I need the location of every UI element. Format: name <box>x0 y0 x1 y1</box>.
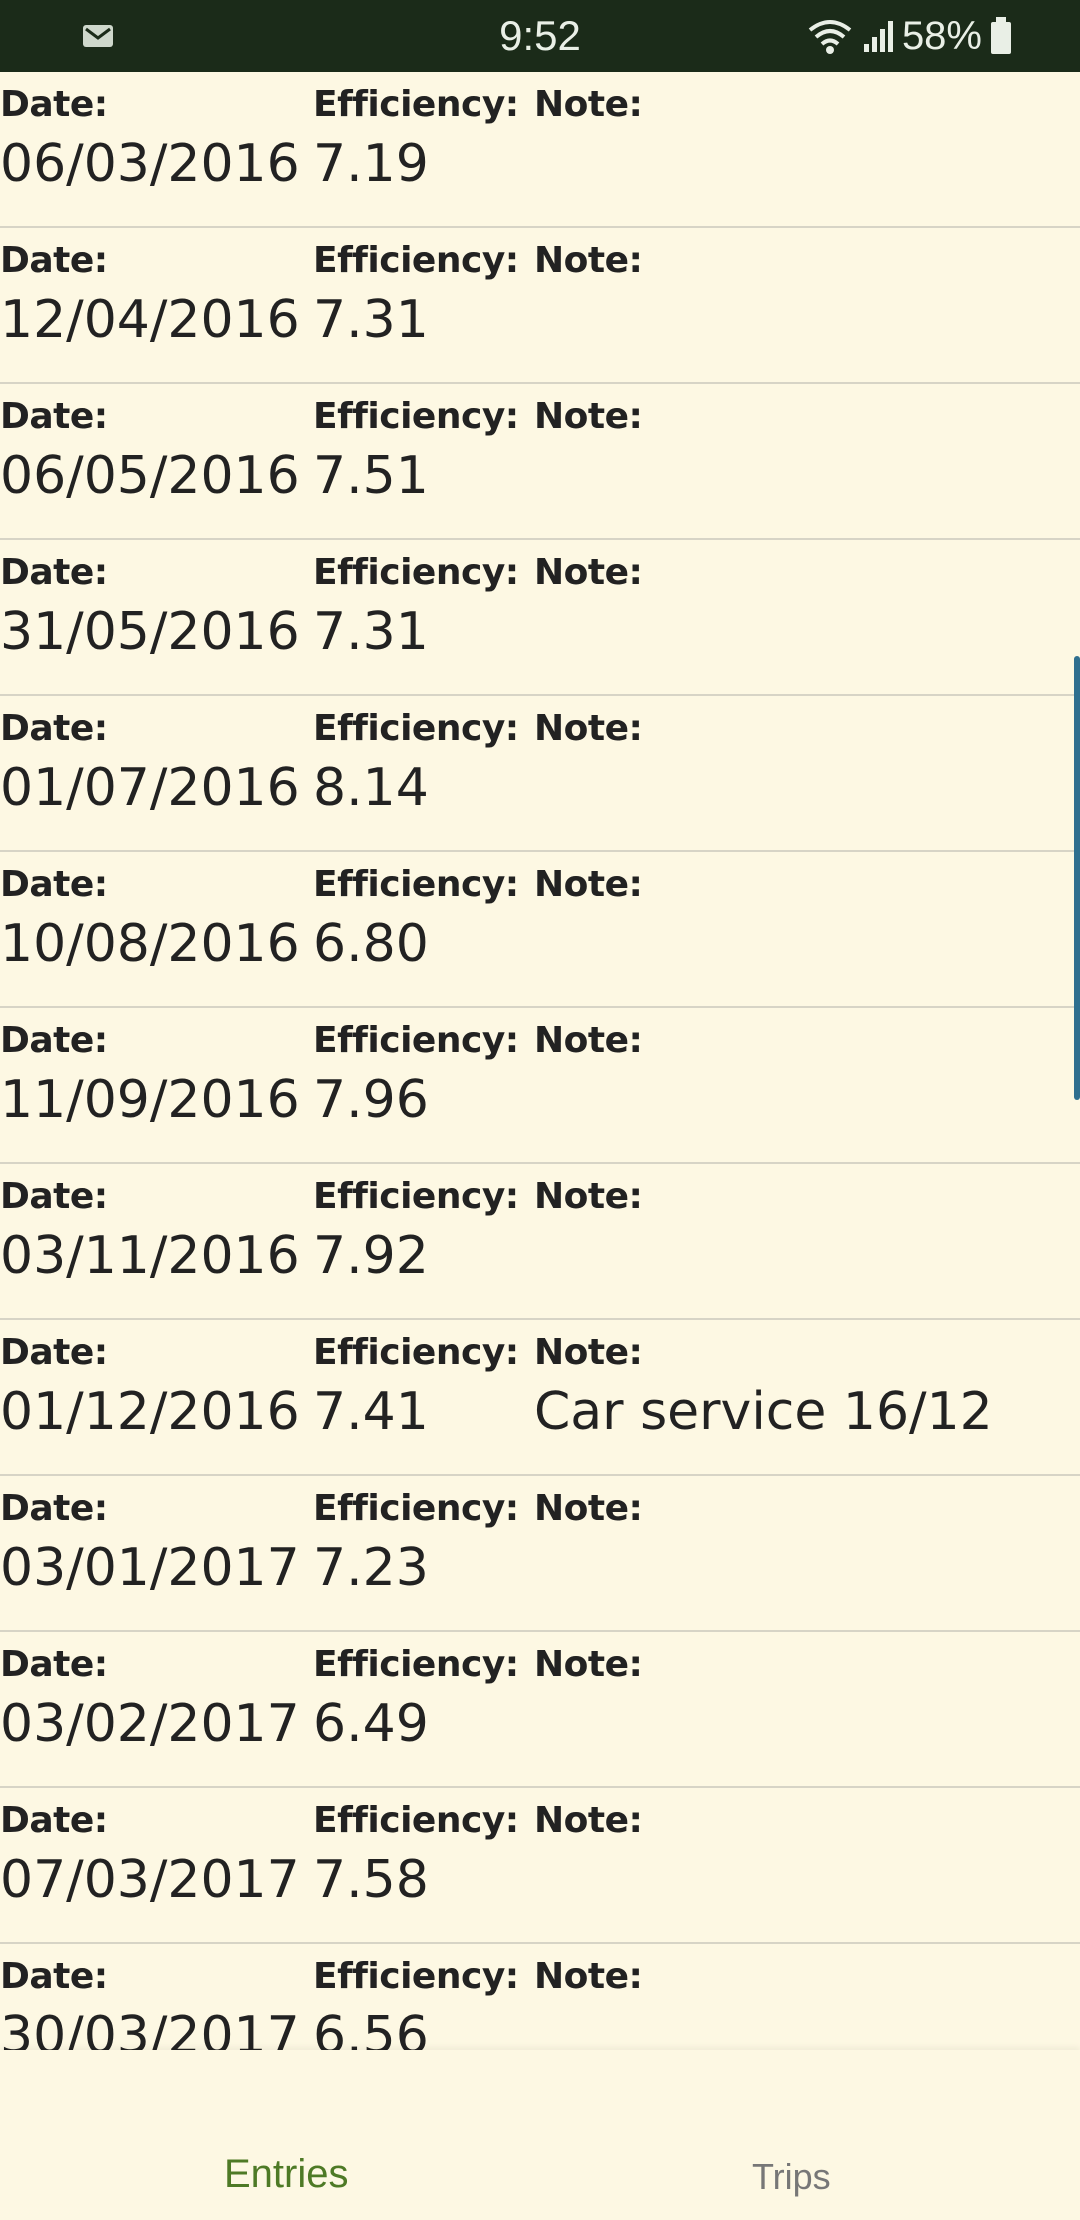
status-right: 58% <box>806 10 1012 62</box>
list-item[interactable]: Date: Efficiency: Note: 01/07/2016 8.14 <box>0 696 1080 852</box>
date-label: Date: <box>0 1176 108 1217</box>
list-item[interactable]: Date: Efficiency: Note: 11/09/2016 7.96 <box>0 1008 1080 1164</box>
entries-list[interactable]: Date: Efficiency: Note: 06/03/2016 7.19 … <box>0 72 1080 2050</box>
date-value: 03/11/2016 <box>0 1226 300 1286</box>
date-label: Date: <box>0 1332 108 1373</box>
date-value: 01/07/2016 <box>0 758 300 818</box>
efficiency-value: 6.80 <box>313 914 429 974</box>
date-value: 31/05/2016 <box>0 602 300 662</box>
efficiency-label: Efficiency: <box>313 240 519 281</box>
date-value: 06/05/2016 <box>0 446 300 506</box>
efficiency-label: Efficiency: <box>313 1488 519 1529</box>
note-value: Car service 16/12 <box>534 1382 993 1442</box>
efficiency-value: 7.96 <box>313 1070 429 1130</box>
efficiency-label: Efficiency: <box>313 1800 519 1841</box>
tab-entries[interactable]: Entries <box>0 2050 540 2220</box>
efficiency-value: 8.14 <box>313 758 429 818</box>
date-label: Date: <box>0 240 108 281</box>
date-value: 03/02/2017 <box>0 1694 300 1754</box>
date-value: 10/08/2016 <box>0 914 300 974</box>
efficiency-value: 6.49 <box>313 1694 429 1754</box>
efficiency-value: 7.92 <box>313 1226 429 1286</box>
date-value: 11/09/2016 <box>0 1070 300 1130</box>
note-label: Note: <box>534 708 643 749</box>
note-label: Note: <box>534 84 643 125</box>
date-label: Date: <box>0 1020 108 1061</box>
list-item[interactable]: Date: Efficiency: Note: 01/12/2016 7.41 … <box>0 1320 1080 1476</box>
tab-trips-label: Trips <box>752 2156 831 2197</box>
list-item[interactable]: Date: Efficiency: Note: 12/04/2016 7.31 <box>0 228 1080 384</box>
date-value: 30/03/2017 <box>0 2006 300 2050</box>
efficiency-label: Efficiency: <box>313 864 519 905</box>
efficiency-label: Efficiency: <box>313 552 519 593</box>
tab-trips[interactable]: Trips <box>520 2050 1060 2220</box>
date-label: Date: <box>0 552 108 593</box>
date-value: 07/03/2017 <box>0 1850 300 1910</box>
efficiency-value: 6.56 <box>313 2006 429 2050</box>
list-item[interactable]: Date: Efficiency: Note: 10/08/2016 6.80 <box>0 852 1080 1008</box>
efficiency-value: 7.19 <box>313 134 429 194</box>
efficiency-value: 7.58 <box>313 1850 429 1910</box>
battery-percentage: 58% <box>901 14 982 58</box>
list-item[interactable]: Date: Efficiency: Note: 30/03/2017 6.56 <box>0 1944 1080 2050</box>
note-label: Note: <box>534 1176 643 1217</box>
signal-icon <box>863 21 893 52</box>
list-item[interactable]: Date: Efficiency: Note: 03/02/2017 6.49 <box>0 1632 1080 1788</box>
efficiency-label: Efficiency: <box>313 1176 519 1217</box>
note-label: Note: <box>534 552 643 593</box>
status-bar: 9:52 58% <box>0 0 1080 72</box>
date-value: 12/04/2016 <box>0 290 300 350</box>
efficiency-label: Efficiency: <box>313 84 519 125</box>
battery-icon <box>991 17 1011 54</box>
list-item[interactable]: Date: Efficiency: Note: 03/11/2016 7.92 <box>0 1164 1080 1320</box>
date-label: Date: <box>0 1956 108 1997</box>
date-label: Date: <box>0 1644 108 1685</box>
date-label: Date: <box>0 864 108 905</box>
note-label: Note: <box>534 1956 643 1997</box>
wifi-icon <box>808 20 852 54</box>
efficiency-label: Efficiency: <box>313 396 519 437</box>
note-label: Note: <box>534 864 643 905</box>
list-item[interactable]: Date: Efficiency: Note: 06/05/2016 7.51 <box>0 384 1080 540</box>
note-label: Note: <box>534 1644 643 1685</box>
date-label: Date: <box>0 84 108 125</box>
efficiency-value: 7.31 <box>313 290 429 350</box>
note-label: Note: <box>534 1332 643 1373</box>
list-item[interactable]: Date: Efficiency: Note: 03/01/2017 7.23 <box>0 1476 1080 1632</box>
date-label: Date: <box>0 396 108 437</box>
list-item[interactable]: Date: Efficiency: Note: 06/03/2016 7.19 <box>0 72 1080 228</box>
efficiency-value: 7.31 <box>313 602 429 662</box>
note-label: Note: <box>534 1020 643 1061</box>
efficiency-label: Efficiency: <box>313 708 519 749</box>
efficiency-value: 7.51 <box>313 446 429 506</box>
efficiency-value: 7.23 <box>313 1538 429 1598</box>
note-label: Note: <box>534 1488 643 1529</box>
date-value: 06/03/2016 <box>0 134 300 194</box>
efficiency-label: Efficiency: <box>313 1956 519 1997</box>
list-item[interactable]: Date: Efficiency: Note: 31/05/2016 7.31 <box>0 540 1080 696</box>
date-label: Date: <box>0 1800 108 1841</box>
date-value: 01/12/2016 <box>0 1382 300 1442</box>
efficiency-label: Efficiency: <box>313 1020 519 1061</box>
note-label: Note: <box>534 396 643 437</box>
tab-entries-label: Entries <box>224 2152 349 2196</box>
efficiency-label: Efficiency: <box>313 1332 519 1373</box>
date-value: 03/01/2017 <box>0 1538 300 1598</box>
note-label: Note: <box>534 240 643 281</box>
scrollbar-thumb[interactable] <box>1074 656 1080 1100</box>
date-label: Date: <box>0 1488 108 1529</box>
date-label: Date: <box>0 708 108 749</box>
efficiency-value: 7.41 <box>313 1382 429 1442</box>
note-label: Note: <box>534 1800 643 1841</box>
bottom-navigation: Entries Trips <box>0 2050 1080 2220</box>
list-item[interactable]: Date: Efficiency: Note: 07/03/2017 7.58 <box>0 1788 1080 1944</box>
efficiency-label: Efficiency: <box>313 1644 519 1685</box>
